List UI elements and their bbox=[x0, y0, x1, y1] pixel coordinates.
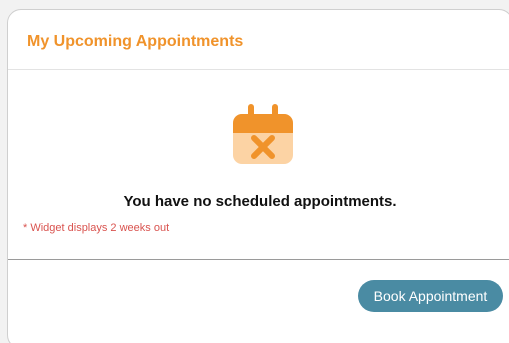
page: My Upcoming Appointments You have no sch… bbox=[0, 0, 509, 343]
empty-state-message: You have no scheduled appointments. bbox=[123, 193, 397, 210]
widget-body: You have no scheduled appointments. * Wi… bbox=[8, 70, 509, 260]
widget-header: My Upcoming Appointments bbox=[8, 10, 509, 70]
widget-title: My Upcoming Appointments bbox=[27, 33, 244, 50]
book-appointment-button[interactable]: Book Appointment bbox=[358, 280, 503, 312]
widget-footer: Book Appointment bbox=[8, 260, 509, 343]
appointments-widget: My Upcoming Appointments You have no sch… bbox=[7, 9, 509, 343]
calendar-x-icon bbox=[231, 100, 295, 166]
widget-range-note: * Widget displays 2 weeks out bbox=[23, 222, 170, 234]
